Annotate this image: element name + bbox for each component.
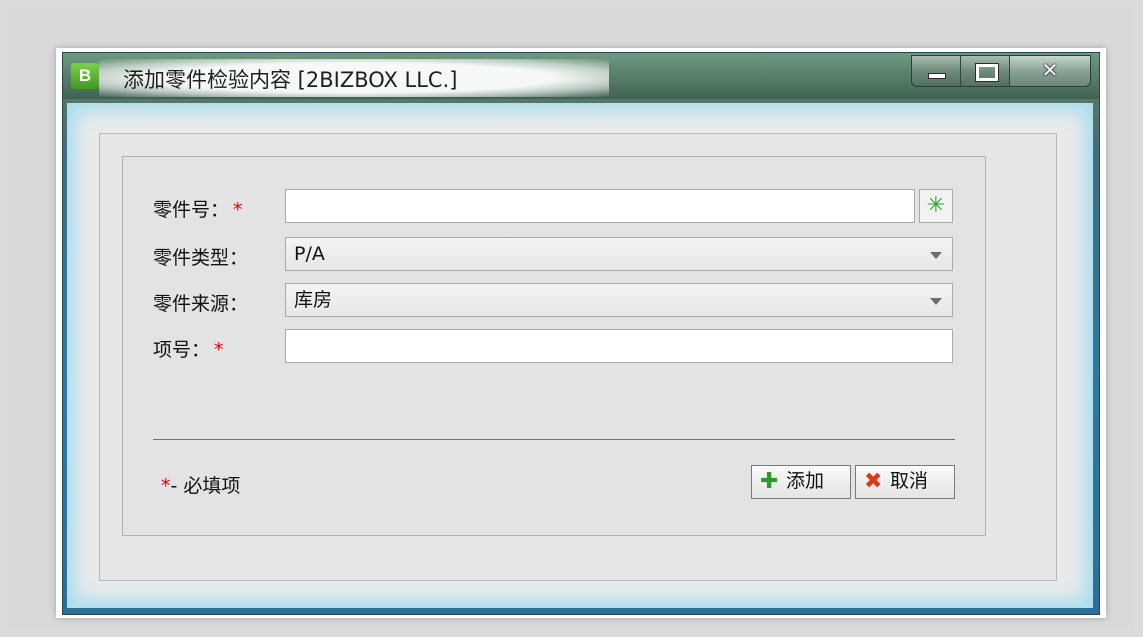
- legend-star: *: [161, 475, 171, 497]
- part-picker-button[interactable]: ✳: [919, 189, 953, 223]
- x-icon: ✖: [864, 469, 883, 494]
- app-logo-icon: B: [71, 63, 99, 89]
- cancel-button[interactable]: ✖ 取消: [855, 465, 955, 499]
- outer-panel: 零件号： * ✳ 零件类型： P/A 零件来源： 库房 项号： * *- 必填项…: [99, 133, 1057, 581]
- minimize-icon: [928, 73, 946, 79]
- close-button[interactable]: ✕: [1010, 56, 1090, 86]
- part-type-label: 零件类型：: [153, 247, 249, 269]
- part-no-row: 零件号： * ✳: [153, 189, 953, 225]
- dialog-body: 零件号： * ✳ 零件类型： P/A 零件来源： 库房 项号： * *- 必填项…: [67, 103, 1093, 608]
- part-source-value: 库房: [294, 289, 333, 311]
- chevron-down-icon: [930, 252, 942, 259]
- required-legend: *- 必填项: [161, 471, 240, 498]
- part-source-row: 零件来源： 库房: [153, 283, 953, 319]
- legend-text: - 必填项: [170, 475, 241, 497]
- part-type-row: 零件类型： P/A: [153, 237, 953, 273]
- add-button[interactable]: ✚ 添加: [751, 465, 851, 499]
- part-no-label: 零件号： *: [153, 199, 243, 221]
- window-frame: B 添加零件检验内容 [2BIZBOX LLC.] ✕ 零件号： * ✳ 零件类…: [62, 52, 1100, 615]
- part-source-select[interactable]: 库房: [285, 283, 953, 317]
- item-no-label: 项号： *: [153, 339, 224, 361]
- required-mark: *: [214, 339, 224, 361]
- cancel-button-label: 取消: [890, 470, 929, 492]
- form-divider: [153, 439, 955, 440]
- close-icon: ✕: [1041, 58, 1059, 82]
- maximize-icon: [975, 63, 999, 82]
- chevron-down-icon: [930, 298, 942, 305]
- part-type-value: P/A: [294, 243, 325, 265]
- part-type-select[interactable]: P/A: [285, 237, 953, 271]
- minimize-button[interactable]: [912, 56, 961, 86]
- plus-icon: ✚: [760, 469, 779, 494]
- dialog-window: B 添加零件检验内容 [2BIZBOX LLC.] ✕ 零件号： * ✳ 零件类…: [56, 48, 1106, 618]
- part-no-input[interactable]: [285, 189, 915, 223]
- screenshot-canvas: B 添加零件检验内容 [2BIZBOX LLC.] ✕ 零件号： * ✳ 零件类…: [8, 8, 1135, 629]
- part-source-label: 零件来源：: [153, 293, 249, 315]
- item-no-row: 项号： *: [153, 329, 953, 365]
- window-controls: ✕: [911, 55, 1091, 87]
- title-bar[interactable]: B 添加零件检验内容 [2BIZBOX LLC.] ✕: [63, 53, 1099, 99]
- picker-sparkle-icon: ✳: [926, 193, 946, 218]
- window-title: 添加零件检验内容 [2BIZBOX LLC.]: [123, 68, 458, 92]
- required-mark: *: [233, 199, 243, 221]
- add-button-label: 添加: [786, 470, 825, 492]
- item-no-input[interactable]: [285, 329, 953, 363]
- maximize-button[interactable]: [961, 56, 1010, 86]
- form-panel: 零件号： * ✳ 零件类型： P/A 零件来源： 库房 项号： * *- 必填项…: [122, 156, 986, 536]
